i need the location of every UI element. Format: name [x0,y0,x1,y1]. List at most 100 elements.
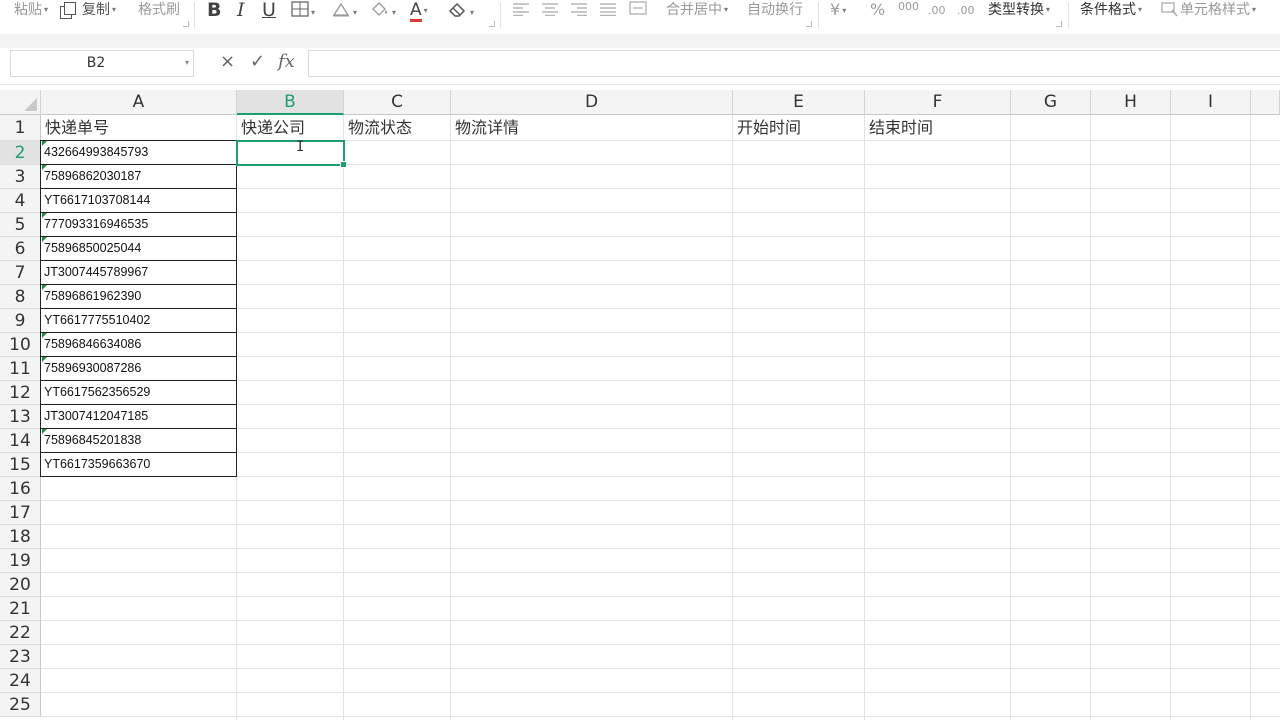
header-cell-f[interactable]: 结束时间 [865,115,1011,141]
tracking-number-cell[interactable]: JT3007445789967 [40,261,237,285]
row-header-7[interactable]: 7 [0,261,41,285]
alignment-group-launcher[interactable] [806,21,812,27]
font-color-button[interactable]: A ▾ [410,0,428,22]
column-header-d[interactable]: D [451,90,733,115]
format-painter-button[interactable]: 格式刷 [138,0,180,22]
cell-style-button[interactable]: 单元格样式 ▾ [1160,0,1256,22]
row-header-25[interactable]: 25 [0,693,41,717]
row-header-18[interactable]: 18 [0,525,41,549]
gridline-horizontal [41,596,1280,597]
font-group-launcher[interactable] [489,21,495,27]
fill-color-button[interactable]: ▾ [370,1,396,23]
clipboard-group-launcher[interactable] [183,21,189,27]
active-cell-selection[interactable] [236,140,347,168]
align-left-button[interactable] [512,2,530,24]
insert-function-icon[interactable]: fx [278,51,295,72]
row-header-6[interactable]: 6 [0,237,41,261]
column-header-h[interactable]: H [1091,90,1171,115]
border-button[interactable]: ▾ [291,1,315,23]
copy-button[interactable]: 复制 ▾ [64,0,116,22]
column-header-e[interactable]: E [733,90,865,115]
gridline-horizontal [41,500,1280,501]
row-header-12[interactable]: 12 [0,381,41,405]
row-header-2[interactable]: 2 [0,141,41,165]
tracking-number-cell[interactable]: 75896861962390 [40,285,237,309]
row-header-13[interactable]: 13 [0,405,41,429]
format-painter-label: 格式刷 [138,2,180,18]
tracking-number-cell[interactable]: 75896850025044 [40,237,237,261]
tracking-number-cell[interactable]: YT6617562356529 [40,381,237,405]
bold-button[interactable]: B [207,0,221,22]
name-box[interactable]: B2 ▾ [10,50,194,77]
row-header-8[interactable]: 8 [0,285,41,309]
tracking-number-cell[interactable]: 75896846634086 [40,333,237,357]
header-cell-e[interactable]: 开始时间 [733,115,865,141]
column-header-a[interactable]: A [41,90,237,115]
row-header-21[interactable]: 21 [0,597,41,621]
row-header-3[interactable]: 3 [0,165,41,189]
tracking-number-cell[interactable]: 777093316946535 [40,213,237,237]
italic-button[interactable]: I [237,0,245,22]
header-cell-a[interactable]: 快递单号 [41,115,237,141]
row-header-14[interactable]: 14 [0,429,41,453]
row-header-16[interactable]: 16 [0,477,41,501]
column-header-f[interactable]: F [865,90,1011,115]
distributed-align-button[interactable] [628,0,648,22]
merge-center-button[interactable]: 合并居中 ▾ [666,0,728,22]
column-header-b[interactable]: B [237,90,344,115]
column-header-i[interactable]: I [1171,90,1251,115]
chevron-down-icon[interactable]: ▾ [185,58,189,67]
row-header-23[interactable]: 23 [0,645,41,669]
cancel-icon[interactable]: × [220,51,235,72]
header-cell-d[interactable]: 物流详情 [451,115,733,141]
wrap-text-button[interactable]: 自动换行 [747,0,803,22]
select-all-corner[interactable] [0,90,41,115]
tracking-number-cell[interactable]: YT6617359663670 [40,453,237,477]
clear-button[interactable]: ▾ [448,1,474,23]
row-header-10[interactable]: 10 [0,333,41,357]
type-convert-button[interactable]: 类型转换 ▾ [988,0,1050,22]
paint-bucket-icon [372,2,387,16]
row-header-4[interactable]: 4 [0,189,41,213]
thousands-separator-button[interactable]: 000 [898,0,919,22]
increase-decimal-button[interactable]: .00 [928,0,946,22]
fill-effect-button[interactable]: ▾ [331,1,357,23]
underline-button[interactable]: U [262,0,276,22]
tracking-number-cell[interactable]: 75896862030187 [40,165,237,189]
decrease-decimal-button[interactable]: .00 [957,0,975,22]
number-group-launcher[interactable] [1056,21,1062,27]
tracking-number-cell[interactable]: 75896930087286 [40,357,237,381]
conditional-format-button[interactable]: 条件格式 ▾ [1080,0,1142,22]
row-header-20[interactable]: 20 [0,573,41,597]
currency-button[interactable]: ¥ ▾ [830,0,846,22]
align-right-button[interactable] [570,2,588,24]
row-header-9[interactable]: 9 [0,309,41,333]
confirm-icon[interactable]: ✓ [250,51,265,72]
chevron-down-icon: ▾ [1252,5,1257,14]
fill-handle[interactable] [340,161,347,168]
copy-icon [64,2,76,15]
paste-button[interactable]: 粘贴 ▾ [14,0,48,22]
row-header-5[interactable]: 5 [0,213,41,237]
tracking-number-cell[interactable]: YT6617103708144 [40,189,237,213]
row-header-15[interactable]: 15 [0,453,41,477]
column-header-c[interactable]: C [344,90,451,115]
row-header-1[interactable]: 1 [0,115,41,141]
justify-button[interactable] [599,2,617,24]
tracking-number-cell[interactable]: YT6617775510402 [40,309,237,333]
percent-button[interactable]: % [870,0,885,22]
row-header-19[interactable]: 19 [0,549,41,573]
align-center-button[interactable] [541,2,559,24]
row-header-11[interactable]: 11 [0,357,41,381]
formula-input[interactable] [308,50,1280,77]
eraser-icon [448,2,466,17]
row-header-24[interactable]: 24 [0,669,41,693]
tracking-number-cell[interactable]: 432664993845793 [40,140,237,165]
tracking-number-cell[interactable]: JT3007412047185 [40,405,237,429]
tracking-number-cell[interactable]: 75896845201838 [40,429,237,453]
row-header-22[interactable]: 22 [0,621,41,645]
header-cell-c[interactable]: 物流状态 [344,115,451,141]
header-cell-b[interactable]: 快递公司 [237,115,344,141]
row-header-17[interactable]: 17 [0,501,41,525]
column-header-g[interactable]: G [1011,90,1091,115]
